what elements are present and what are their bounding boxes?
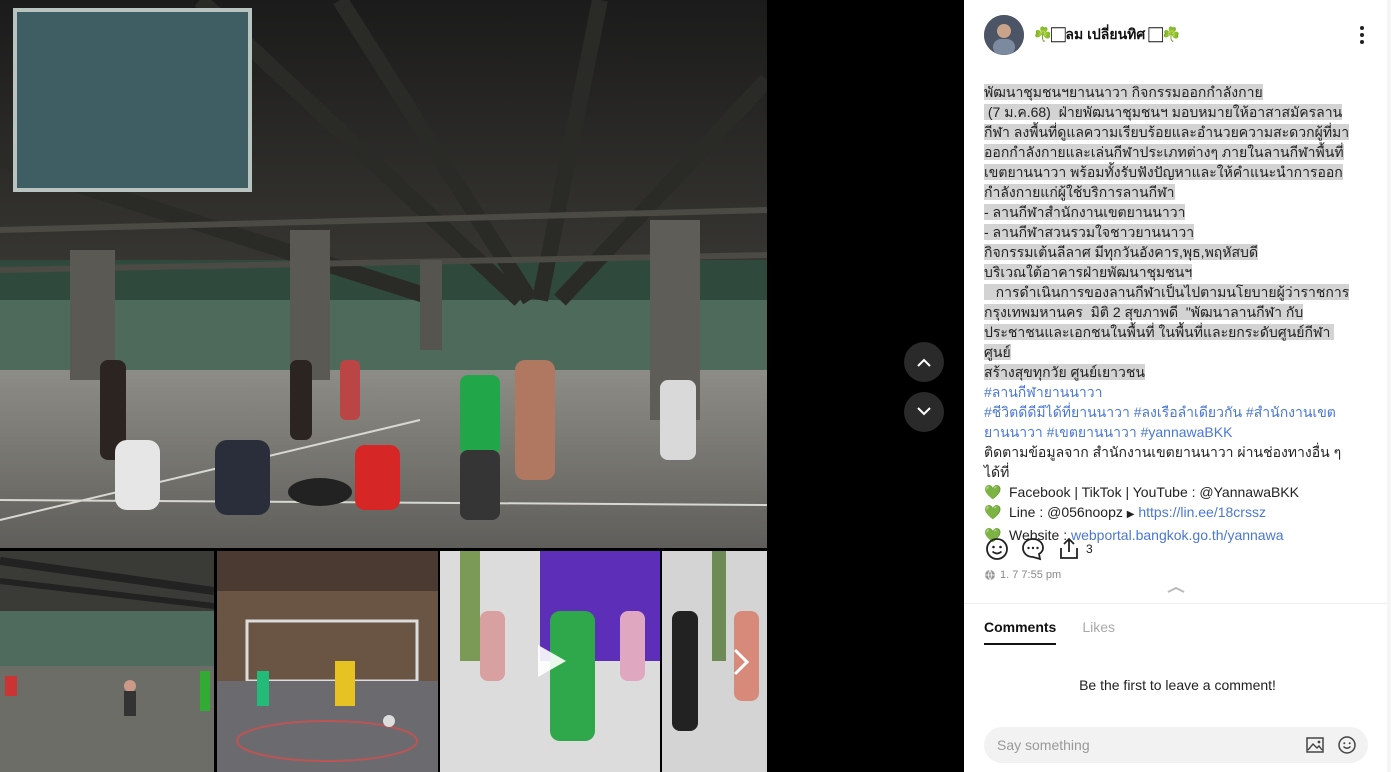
- post-text-line: ประชาชนและเอกชนในพื้นที่ ในพื้นที่และยกร…: [984, 324, 1335, 360]
- thumbnail-3-video[interactable]: [440, 551, 660, 772]
- main-photo[interactable]: [0, 0, 767, 548]
- image-upload-icon[interactable]: [1304, 734, 1326, 756]
- scrollbar[interactable]: [1387, 0, 1391, 772]
- thumbnail-4[interactable]: [662, 551, 767, 772]
- hashtag-link[interactable]: ยานนาวา #เขตยานนาวา #yannawaBKK: [984, 422, 1354, 442]
- chevron-up-icon: [917, 358, 931, 367]
- post-text-line: บริเวณใต้อาคารฝ่ายพัฒนาชุมชนฯ: [984, 264, 1193, 280]
- emoji-icon[interactable]: [1336, 734, 1358, 756]
- green-heart-icon: 💚: [984, 504, 1002, 520]
- share-count: 3: [1086, 542, 1093, 556]
- comment-composer: [984, 727, 1368, 763]
- post-text-line: กำลังกายแก่ผู้ใช้บริการลานกีฬา: [984, 184, 1175, 200]
- post-text-line: (7 ม.ค.68) ฝ่ายพัฒนาชุมชนฯ มอบหมายให้อาส…: [984, 104, 1343, 120]
- chevron-down-icon: [917, 407, 931, 416]
- more-options-icon[interactable]: [1350, 23, 1374, 47]
- comment-icon[interactable]: [1020, 536, 1046, 562]
- post-text-line: กรุงเทพมหานคร มิติ 2 สุขภาพดี "พัฒนาลานก…: [984, 304, 1304, 320]
- post-text-line: - ลานกีฬาสำนักงานเขตยานนาวา: [984, 204, 1186, 220]
- thumbnail-court-image: [0, 551, 214, 772]
- post-text-line: เขตยานนาวา พร้อมทั้งรับฟังปัญหาและให้คำแ…: [984, 164, 1343, 180]
- post-header: ☘️🏻ลม เปลี่ยนทิศ 🏻☘️: [984, 15, 1374, 55]
- empty-comments-message: Be the first to leave a comment!: [1079, 677, 1276, 693]
- post-text-line: การดำเนินการของลานกีฬาเป็นไปตามนโยบายผู้…: [984, 284, 1350, 300]
- chevron-right-icon[interactable]: [732, 647, 750, 677]
- thumbnail-1[interactable]: [0, 551, 214, 772]
- post-timestamp: 1. 7 7:55 pm: [1000, 569, 1062, 581]
- thumbnail-futsal-image: [217, 551, 438, 772]
- post-content: ☘️🏻ลม เปลี่ยนทิศ 🏻☘️ พัฒนาชุมชนฯยานนาวา …: [964, 0, 1391, 603]
- play-arrow-icon: ▶: [1126, 509, 1135, 520]
- author-avatar[interactable]: [984, 15, 1024, 55]
- share-icon[interactable]: [1056, 536, 1082, 562]
- line-url-link[interactable]: https://lin.ee/18crssz: [1138, 504, 1266, 520]
- section-divider: [964, 603, 1391, 604]
- post-text-line: ออกกำลังกายและเล่นกีฬาประเภทต่างๆ ภายในล…: [984, 144, 1344, 160]
- tab-likes[interactable]: Likes: [1082, 619, 1115, 645]
- comments-tabs: Comments Likes: [984, 619, 1141, 645]
- author-name[interactable]: ☘️🏻ลม เปลี่ยนทิศ 🏻☘️: [1034, 24, 1180, 46]
- post-text-line: กีฬา ลงพื้นที่ดูแลความเรียบร้อยและอำนวยค…: [984, 124, 1350, 140]
- next-image-button[interactable]: [904, 392, 944, 432]
- post-body: พัฒนาชุมชนฯยานนาวา กิจกรรมออกกำลังกาย (7…: [984, 82, 1354, 545]
- thumbnail-2[interactable]: [217, 551, 438, 772]
- thumbnail-dance-image-2: [662, 551, 767, 772]
- media-viewer: [0, 0, 964, 772]
- post-text-line: - ลานกีฬาสวนรวมใจชาวยานนาวา: [984, 224, 1195, 240]
- hashtag-link[interactable]: #ชีวิตดีดีมีได้ที่ยานนาวา #ลงเรือลำเดียว…: [984, 402, 1354, 422]
- post-panel: ☘️🏻ลม เปลี่ยนทิศ 🏻☘️ พัฒนาชุมชนฯยานนาวา …: [964, 0, 1391, 772]
- globe-icon: [985, 569, 995, 581]
- website-url-link[interactable]: webportal.bangkok.go.th/yannawa: [1071, 527, 1283, 543]
- follow-text: ได้ที่: [984, 464, 1010, 480]
- post-meta: 1. 7 7:55 pm: [984, 569, 1061, 581]
- play-icon[interactable]: [532, 643, 568, 679]
- follow-text: ติดตามข้อมูลจาก สำนักงานเขตยานนาวา ผ่านช…: [984, 444, 1342, 460]
- reaction-smiley-icon[interactable]: [984, 536, 1010, 562]
- avatar-image: [984, 15, 1024, 55]
- green-heart-icon: 💚: [984, 484, 1002, 500]
- post-actions: 3: [984, 536, 1093, 562]
- previous-image-button[interactable]: [904, 342, 944, 382]
- social-accounts-text: Facebook | TikTok | YouTube : @YannawaBK…: [1009, 484, 1299, 500]
- collapse-chevron-icon[interactable]: [1164, 583, 1188, 595]
- comment-input[interactable]: [997, 737, 1287, 753]
- tab-comments[interactable]: Comments: [984, 619, 1057, 645]
- line-account-text: Line : @056noopz: [1009, 504, 1127, 520]
- hashtag-link[interactable]: #ลานกีฬายานนาวา: [984, 382, 1354, 402]
- post-text-line: พัฒนาชุมชนฯยานนาวา กิจกรรมออกกำลังกาย: [984, 84, 1263, 100]
- post-text-line: สร้างสุขทุกวัย ศูนย์เยาวชน: [984, 364, 1145, 380]
- post-text-line: กิจกรรมเต้นลีลาศ มีทุกวันอังคาร,พุธ,พฤหั…: [984, 244, 1259, 260]
- basketball-court-photo: [0, 0, 767, 548]
